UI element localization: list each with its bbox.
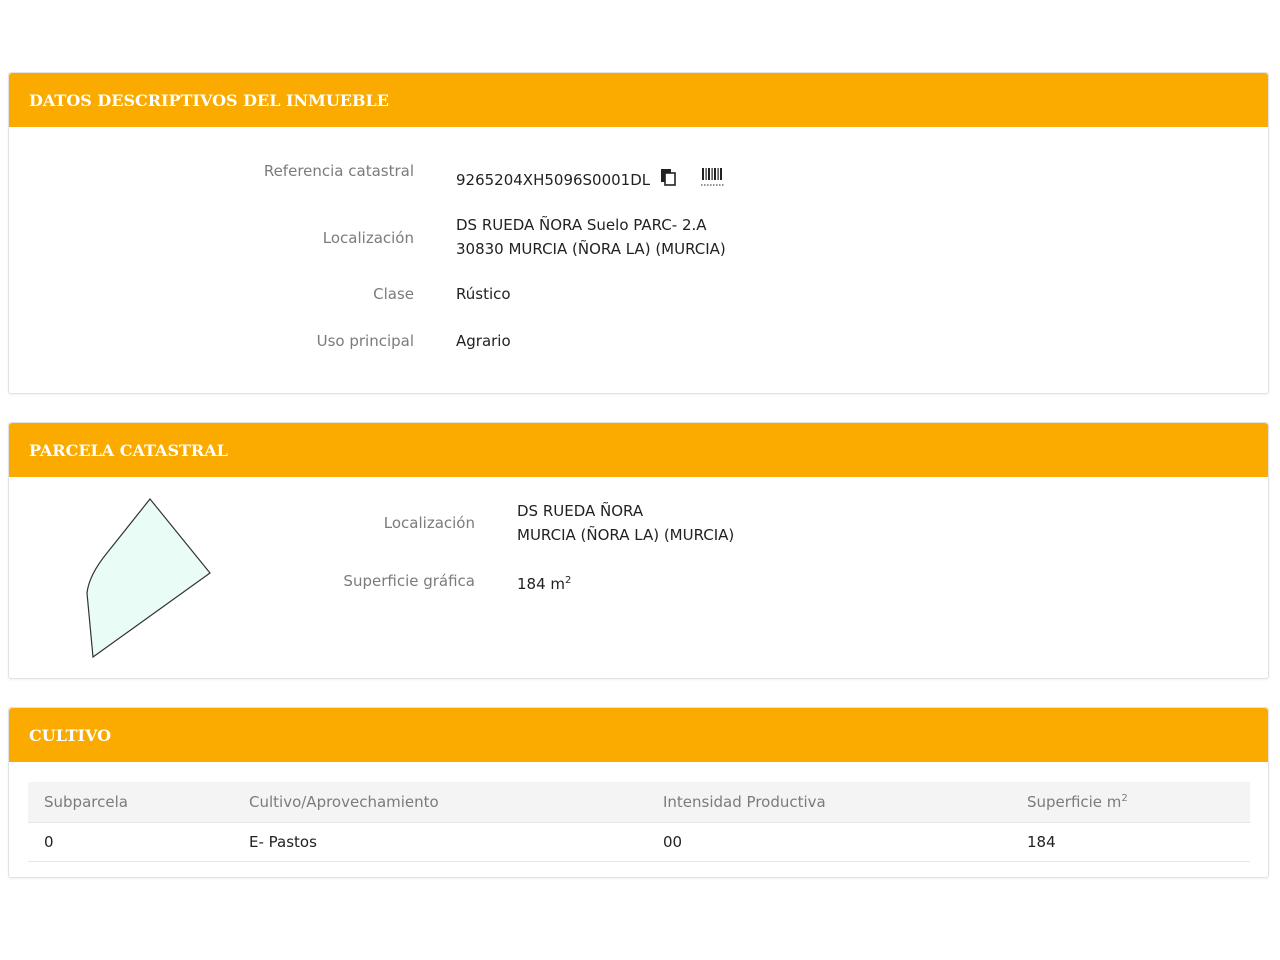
col-superficie: Superficie m2: [1011, 782, 1250, 823]
uso-principal-label: Uso principal: [316, 332, 414, 350]
panel-title: DATOS DESCRIPTIVOS DEL INMUEBLE: [9, 73, 1268, 127]
col-intensidad: Intensidad Productiva: [647, 782, 1011, 823]
parcela-localizacion-line2: MURCIA (ÑORA LA) (MURCIA): [517, 526, 735, 544]
table-header-row: Subparcela Cultivo/Aprovechamiento Inten…: [28, 782, 1250, 823]
superficie-grafica-value: 184 m2: [517, 569, 571, 596]
panel-datos-descriptivos: DATOS DESCRIPTIVOS DEL INMUEBLE Referenc…: [8, 72, 1269, 394]
copy-icon[interactable]: [659, 167, 677, 194]
cell-superficie: 184: [1011, 822, 1250, 862]
panel-title: PARCELA CATASTRAL: [9, 423, 1268, 477]
localizacion-line1: DS RUEDA ÑORA Suelo PARC- 2.A: [456, 216, 707, 234]
col-superficie-exponent: 2: [1121, 793, 1128, 804]
cell-cultivo: E- Pastos: [233, 822, 647, 862]
cell-intensidad: 00: [647, 822, 1011, 862]
col-superficie-label: Superficie m: [1027, 793, 1122, 811]
parcela-localizacion-value: DS RUEDA ÑORA MURCIA (ÑORA LA) (MURCIA): [517, 499, 734, 547]
clase-label: Clase: [373, 285, 414, 303]
localizacion-label: Localización: [322, 229, 414, 247]
table-row: 0 E- Pastos 00 184: [28, 822, 1250, 862]
parcela-localizacion-label: Localización: [383, 514, 475, 532]
referencia-catastral-value: 9265204XH5096S0001DL: [456, 171, 651, 189]
parcel-shape[interactable]: [77, 493, 227, 668]
cultivo-table: Subparcela Cultivo/Aprovechamiento Inten…: [28, 782, 1250, 862]
clase-value: Rústico: [456, 285, 511, 303]
ref-label: Referencia catastral: [263, 162, 414, 180]
col-subparcela: Subparcela: [28, 782, 233, 823]
ref-value: 9265204XH5096S0001DL: [456, 166, 726, 195]
uso-principal-value: Agrario: [456, 332, 511, 350]
cell-subparcela: 0: [28, 822, 233, 862]
barcode-icon[interactable]: [700, 166, 726, 195]
localizacion-line2: 30830 MURCIA (ÑORA LA) (MURCIA): [456, 240, 726, 258]
superficie-grafica-label: Superficie gráfica: [343, 572, 475, 590]
superficie-number: 184 m: [517, 575, 566, 593]
parcela-localizacion-line1: DS RUEDA ÑORA: [517, 502, 644, 520]
panel-cultivo: CULTIVO Subparcela Cultivo/Aprovechamien…: [8, 707, 1269, 878]
localizacion-value: DS RUEDA ÑORA Suelo PARC- 2.A 30830 MURC…: [456, 213, 726, 261]
col-cultivo: Cultivo/Aprovechamiento: [233, 782, 647, 823]
panel-parcela-catastral: PARCELA CATASTRAL Localización DS RUEDA …: [8, 422, 1269, 679]
superficie-exponent: 2: [565, 575, 572, 586]
panel-title: CULTIVO: [9, 708, 1268, 762]
